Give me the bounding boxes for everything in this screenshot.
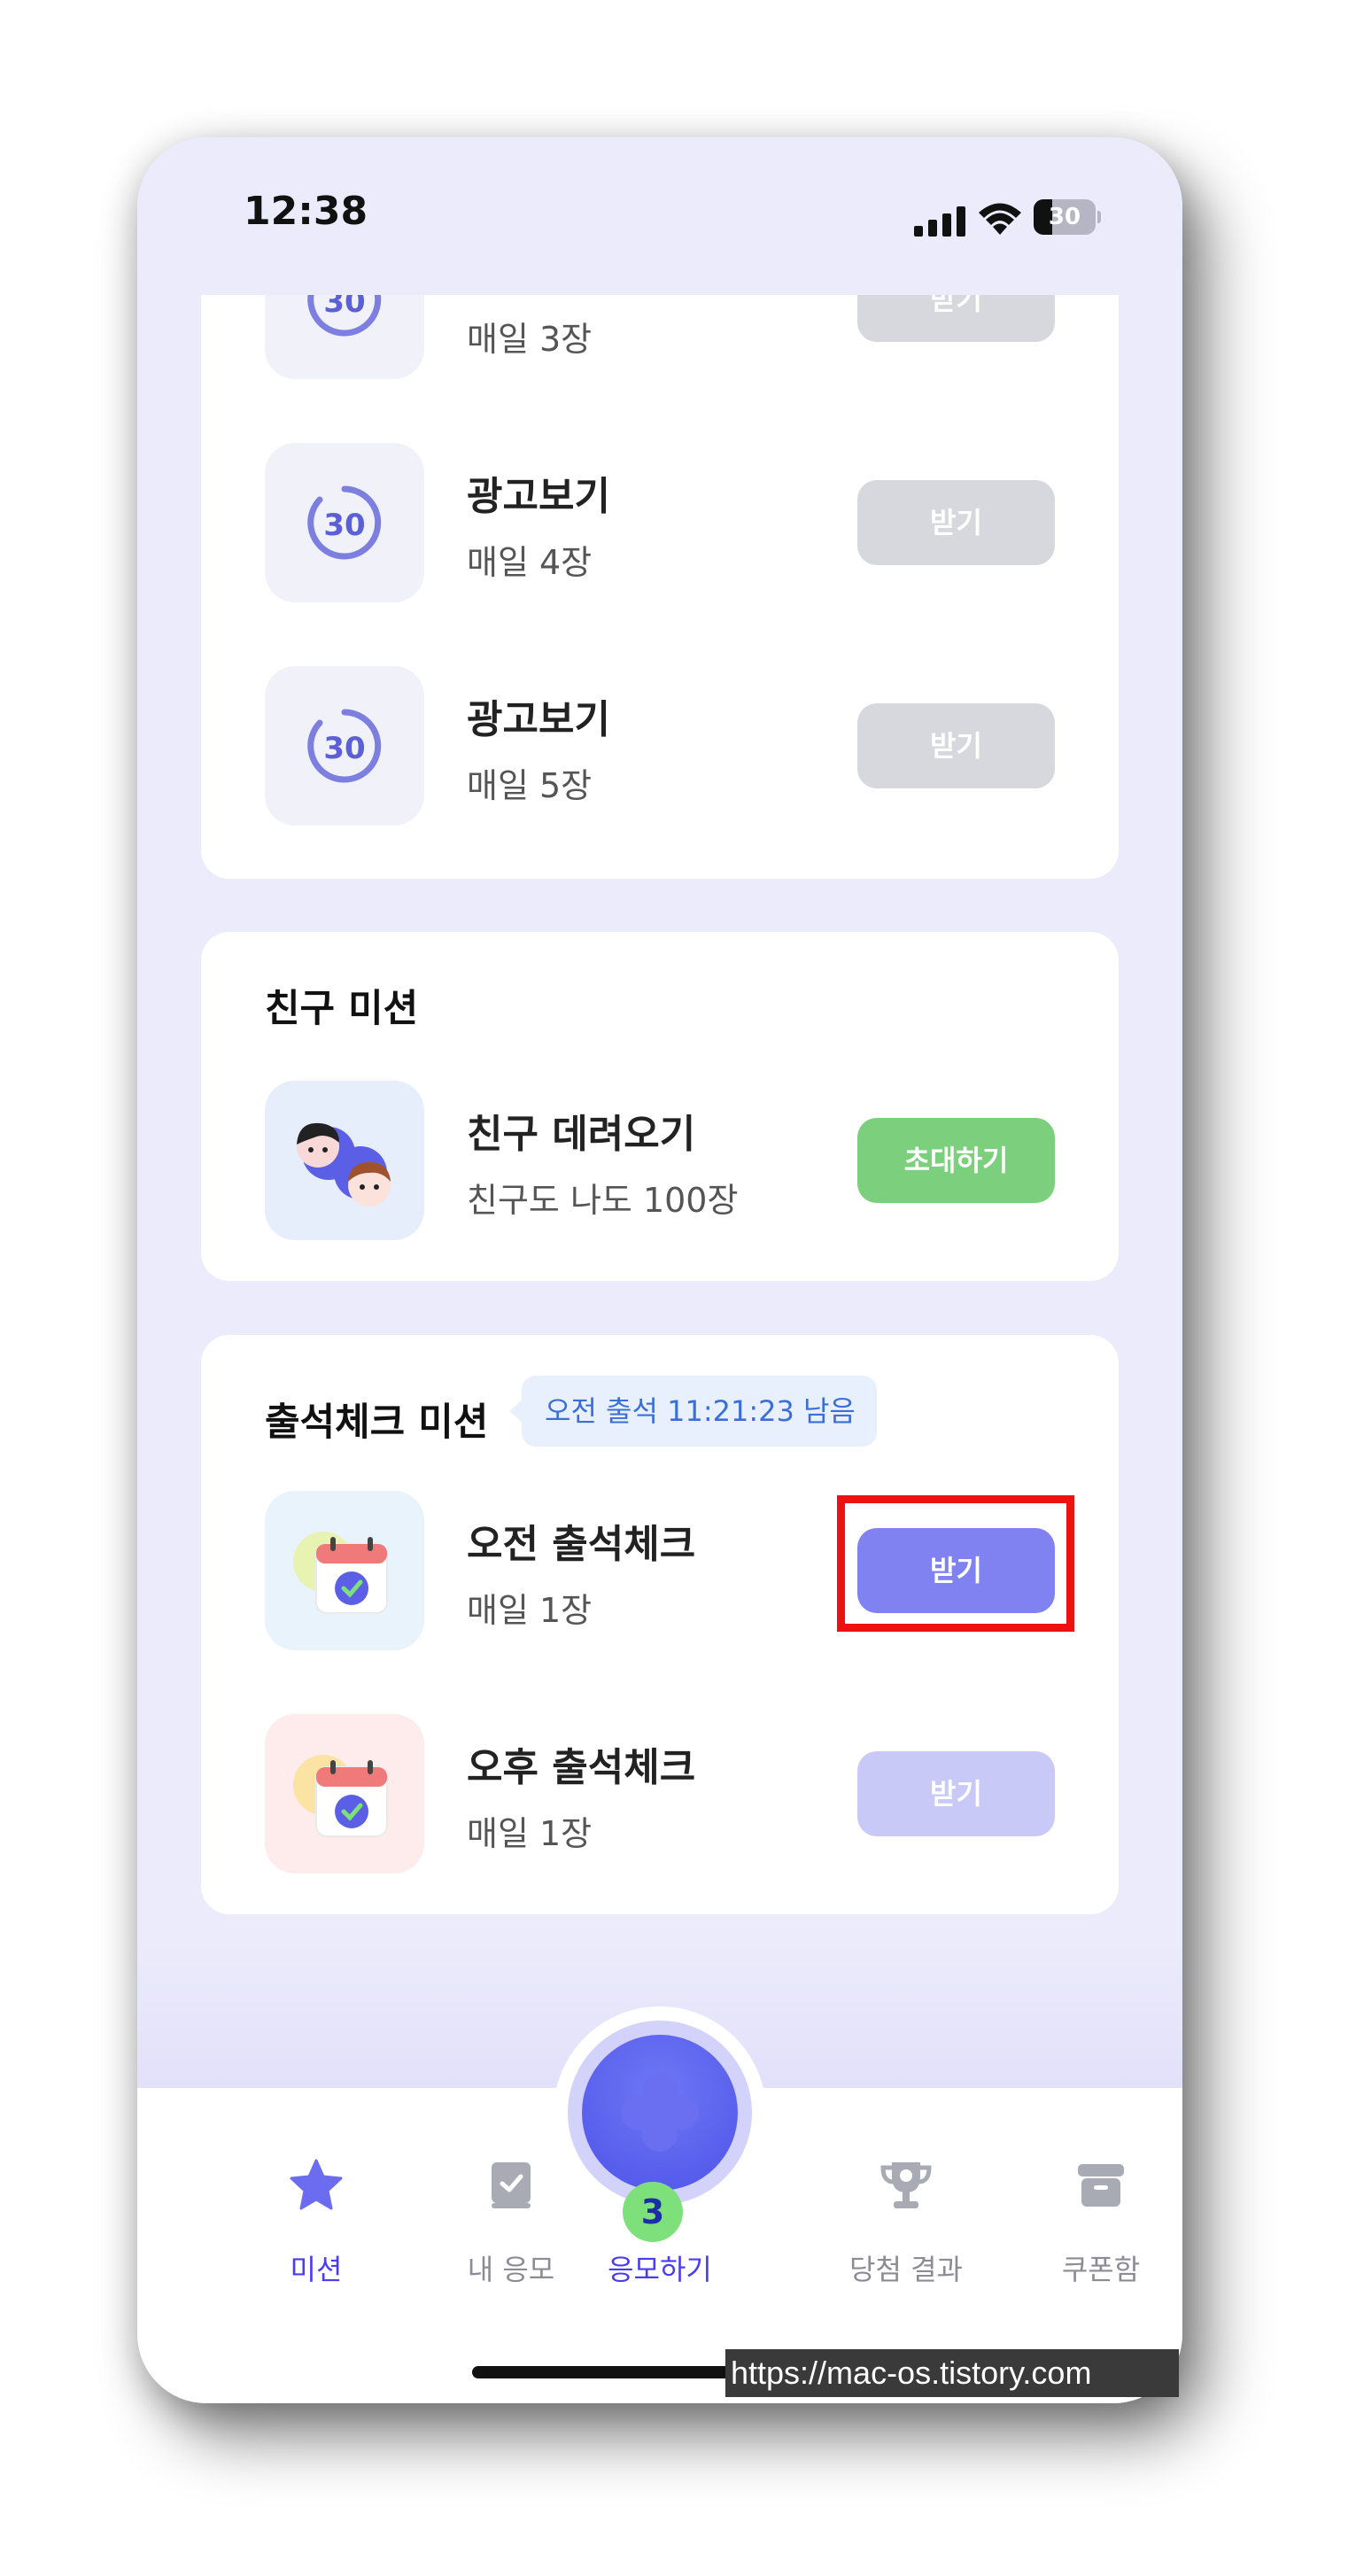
- tab-coupons[interactable]: 쿠폰함: [1012, 2139, 1182, 2290]
- ad-row-title: 광고보기: [467, 474, 610, 519]
- ad-row: 30 광고보기 매일 5장 받기: [265, 666, 1055, 826]
- friend-row-title: 친구 데려오기: [467, 1112, 696, 1157]
- attendance-row-title: 오후 출석체크: [467, 1745, 696, 1790]
- tab-label: 미션: [290, 2253, 343, 2286]
- friend-mission-card: 친구 미션 친구 데려오기 친구도 나도 100장 초대하기: [201, 932, 1119, 1281]
- attendance-mission-title: 출석체크 미션: [265, 1401, 489, 1445]
- attendance-row-sub: 매일 1장: [467, 1591, 593, 1630]
- timer-30-icon: 30: [265, 666, 424, 826]
- status-bar: 12:38 30: [137, 137, 1182, 295]
- cellular-signal-icon: [914, 206, 965, 237]
- battery-level: 30: [1048, 204, 1081, 230]
- archive-box-icon: [1078, 2164, 1124, 2207]
- ad-row-title: 광고보기: [467, 697, 610, 742]
- tab-my-entries[interactable]: 내 응모: [422, 2139, 600, 2290]
- attendance-row-sub: 매일 1장: [467, 1814, 593, 1853]
- attendance-timer-badge: 오전 출석 11:21:23 남음: [509, 1376, 877, 1447]
- calendar-check-icon: [265, 1714, 424, 1874]
- friend-row-sub: 친구도 나도 100장: [467, 1181, 739, 1220]
- receive-button[interactable]: 받기: [857, 703, 1055, 788]
- enter-draw-button[interactable]: [568, 2021, 752, 2205]
- calendar-check-icon: [265, 1491, 424, 1650]
- timer-number: 30: [323, 508, 365, 543]
- watermark-url: https://mac-os.tistory.com: [725, 2349, 1179, 2397]
- attendance-row-afternoon: 오후 출석체크 매일 1장 받기: [265, 1714, 1055, 1874]
- friend-mission-title: 친구 미션: [265, 987, 419, 1031]
- flower-icon: [621, 2074, 699, 2152]
- ad-row: 30 광고보기 매일 4장 받기: [265, 443, 1055, 602]
- tab-label: 당첨 결과: [849, 2253, 963, 2286]
- tab-enter-draw-label: 응모하기: [608, 2253, 712, 2286]
- status-time: 12:38: [244, 189, 368, 234]
- tab-label: 내 응모: [467, 2253, 555, 2286]
- checkbox-book-icon: [492, 2162, 531, 2208]
- trophy-icon: [880, 2162, 932, 2208]
- tab-results[interactable]: 당첨 결과: [817, 2139, 995, 2290]
- battery-icon: 30: [1034, 199, 1101, 235]
- phone-frame: 12:38 30 30 매일 3장 받기 30 광고보기 매일 4장 받기 30…: [137, 137, 1182, 2403]
- ad-row-sub: 매일 5장: [467, 766, 593, 805]
- afternoon-receive-button[interactable]: 받기: [857, 1751, 1055, 1836]
- timer-30-icon: 30: [265, 443, 424, 602]
- ad-row-sub: 매일 3장: [467, 320, 593, 359]
- timer-number: 30: [323, 731, 365, 766]
- tab-mission[interactable]: 미션: [228, 2139, 405, 2290]
- attendance-row-title: 오전 출석체크: [467, 1522, 696, 1567]
- star-icon: [290, 2159, 343, 2210]
- ad-row-sub: 매일 4장: [467, 543, 593, 582]
- receive-button[interactable]: 받기: [857, 480, 1055, 565]
- friend-row: 친구 데려오기 친구도 나도 100장 초대하기: [265, 1081, 1055, 1240]
- highlight-box: [837, 1495, 1074, 1632]
- mission-content[interactable]: 30 매일 3장 받기 30 광고보기 매일 4장 받기 30 광고보기 매일 …: [137, 137, 1182, 2088]
- invite-button[interactable]: 초대하기: [857, 1118, 1055, 1203]
- tab-label: 쿠폰함: [1061, 2253, 1141, 2286]
- draw-count-badge: 3: [623, 2182, 683, 2242]
- wifi-icon: [979, 203, 1021, 235]
- friends-icon: [265, 1081, 424, 1240]
- mission-scroll-area: 30 매일 3장 받기 30 광고보기 매일 4장 받기 30 광고보기 매일 …: [137, 137, 1182, 2088]
